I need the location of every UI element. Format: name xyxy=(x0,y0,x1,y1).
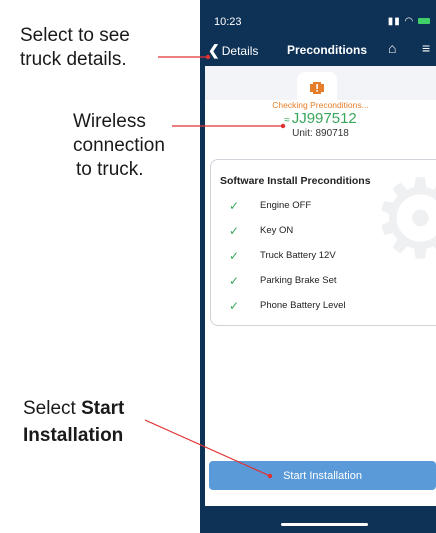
leader-dot-details xyxy=(205,54,211,60)
leader-line-start xyxy=(144,419,271,477)
leader-dot-wireless xyxy=(280,123,286,129)
leader-dot-start xyxy=(267,473,273,479)
callout-leader-lines xyxy=(144,54,286,479)
